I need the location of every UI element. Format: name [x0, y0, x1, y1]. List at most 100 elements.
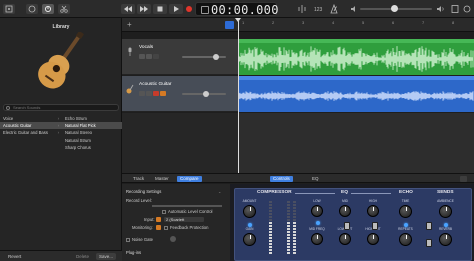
- chevron-right-icon: ›: [57, 130, 59, 136]
- monitoring-toggle[interactable]: [156, 225, 161, 230]
- playhead[interactable]: [238, 21, 239, 173]
- lcd-display[interactable]: 00:00.000: [195, 2, 278, 17]
- eq-high-label: HIGH: [369, 199, 377, 203]
- sends-reverb-knob[interactable]: [439, 233, 452, 246]
- help-button[interactable]: [26, 4, 38, 14]
- eq-high-cut-knob[interactable]: [367, 233, 379, 245]
- tracks-empty-area: [122, 113, 238, 173]
- compressor-gain-knob[interactable]: [243, 233, 256, 246]
- record-level-slider[interactable]: [152, 205, 222, 207]
- playhead-handle[interactable]: [235, 18, 241, 22]
- library-category-item[interactable]: Acoustic Guitar ›: [0, 122, 62, 130]
- input-monitor-icon[interactable]: [160, 91, 166, 96]
- smart-controls-button[interactable]: [42, 4, 54, 14]
- eq-mid-freq-knob[interactable]: [311, 233, 323, 245]
- stereo-toggle[interactable]: [156, 217, 161, 222]
- echo-time-knob[interactable]: [399, 205, 412, 218]
- count-in-button[interactable]: 123: [312, 4, 324, 14]
- inspector-toggle-icon[interactable]: [460, 176, 467, 182]
- library-patch-item[interactable]: Natural Strum: [62, 137, 122, 144]
- chevron-down-icon[interactable]: ⌄: [218, 189, 221, 194]
- stop-button[interactable]: [153, 4, 167, 14]
- record-enable-icon[interactable]: [153, 54, 159, 59]
- track-vocals[interactable]: Vocals: [122, 39, 238, 75]
- record-enable-icon[interactable]: [153, 91, 159, 96]
- eq-mid-knob[interactable]: [339, 205, 351, 217]
- echo-title: ECHO: [399, 190, 413, 195]
- tab-eq[interactable]: EQ: [309, 176, 322, 182]
- library-category-item[interactable]: Electric Guitar and Bass ›: [0, 129, 62, 136]
- track-volume-knob[interactable]: [203, 91, 210, 97]
- track-volume-slider[interactable]: [182, 56, 226, 58]
- input-select[interactable]: 2 (Scarlett: [164, 217, 204, 222]
- metronome-button[interactable]: [328, 3, 340, 14]
- level-meter: [269, 201, 272, 254]
- library-patch-label: Natural Flat Pick: [65, 123, 96, 129]
- mute-icon[interactable]: [139, 54, 145, 59]
- toggle-switch[interactable]: [372, 222, 378, 230]
- sends-ambience-knob[interactable]: [439, 205, 452, 218]
- vocals-region[interactable]: [239, 39, 474, 75]
- input-label: Input:: [144, 217, 155, 222]
- fast-forward-button[interactable]: [137, 4, 151, 14]
- library-patch-item[interactable]: Sharp Chorus: [62, 144, 122, 151]
- toggle-switch[interactable]: [344, 222, 350, 230]
- scissors-icon: [60, 5, 68, 13]
- tab-track[interactable]: Track: [130, 176, 147, 182]
- eq-low-cut-knob[interactable]: [339, 233, 351, 245]
- feedback-checkbox[interactable]: [164, 225, 168, 230]
- timeline-ruler[interactable]: 1 2 3 4 5 6 7 8: [238, 18, 474, 32]
- toggle-switch[interactable]: [426, 239, 432, 247]
- master-volume-knob[interactable]: [391, 5, 398, 12]
- acoustic-guitar-region[interactable]: [239, 76, 474, 112]
- compressor-title: COMPRESSOR: [257, 190, 292, 195]
- tab-master[interactable]: Master: [152, 176, 172, 182]
- auto-level-checkbox[interactable]: [162, 209, 166, 214]
- loop-browser-button[interactable]: [462, 4, 472, 14]
- track-volume-knob[interactable]: [213, 54, 220, 60]
- library-title: Library: [52, 24, 70, 30]
- tab-compare[interactable]: Compare: [177, 176, 202, 182]
- delete-button[interactable]: Delete: [76, 253, 89, 260]
- eq-high-knob[interactable]: [367, 205, 379, 217]
- sends-title: SENDS: [437, 190, 454, 195]
- notepad-button[interactable]: [450, 4, 460, 14]
- mute-icon[interactable]: [139, 91, 145, 96]
- track-name: Acoustic Guitar: [139, 82, 172, 87]
- library-button[interactable]: [3, 4, 15, 14]
- record-button[interactable]: [185, 4, 193, 14]
- echo-repeats-label: REPEATS: [398, 227, 413, 231]
- noise-gate-checkbox[interactable]: [126, 237, 130, 242]
- save-button[interactable]: Save...: [96, 253, 117, 260]
- smart-controls-tabs: Track Master Compare Controls EQ: [122, 173, 474, 183]
- headphones-icon[interactable]: [146, 54, 152, 59]
- library-patch-item[interactable]: Echo Strum: [62, 115, 122, 122]
- tab-controls[interactable]: Controls: [270, 176, 293, 182]
- add-track-icon[interactable]: +: [127, 21, 135, 29]
- eq-mid-label: MID: [342, 199, 348, 203]
- eq-low-knob[interactable]: [311, 205, 323, 217]
- compressor-amount-knob[interactable]: [243, 205, 256, 218]
- library-patch-item[interactable]: Natural Flat Pick: [62, 122, 122, 130]
- track-acoustic-guitar[interactable]: Acoustic Guitar: [122, 76, 238, 112]
- recording-settings-header[interactable]: Recording Settings: [126, 189, 161, 194]
- play-button[interactable]: [169, 4, 183, 14]
- library-search-input[interactable]: Search Sounds: [3, 104, 119, 111]
- noise-gate-knob[interactable]: [170, 236, 176, 242]
- library-patch-item[interactable]: Natural Stereo: [62, 129, 122, 136]
- rewind-button[interactable]: [121, 4, 135, 14]
- eq-title: EQ: [341, 190, 348, 195]
- record-level-label: Record Level:: [126, 198, 152, 203]
- eq-mid-freq-label: MID FREQ: [309, 227, 325, 231]
- tuner-button[interactable]: [296, 4, 308, 14]
- status-led: [444, 223, 448, 227]
- headphones-icon[interactable]: [146, 91, 152, 96]
- echo-repeats-knob[interactable]: [399, 233, 412, 246]
- editors-button[interactable]: [58, 4, 70, 14]
- toggle-switch[interactable]: [426, 222, 432, 230]
- revert-button[interactable]: Revert: [8, 253, 21, 260]
- library-category-item[interactable]: Voice ›: [0, 115, 62, 122]
- track-filter-button[interactable]: [225, 21, 234, 29]
- library-category-label: Electric Guitar and Bass: [3, 130, 48, 136]
- plugins-header[interactable]: Plug-ins: [126, 250, 141, 255]
